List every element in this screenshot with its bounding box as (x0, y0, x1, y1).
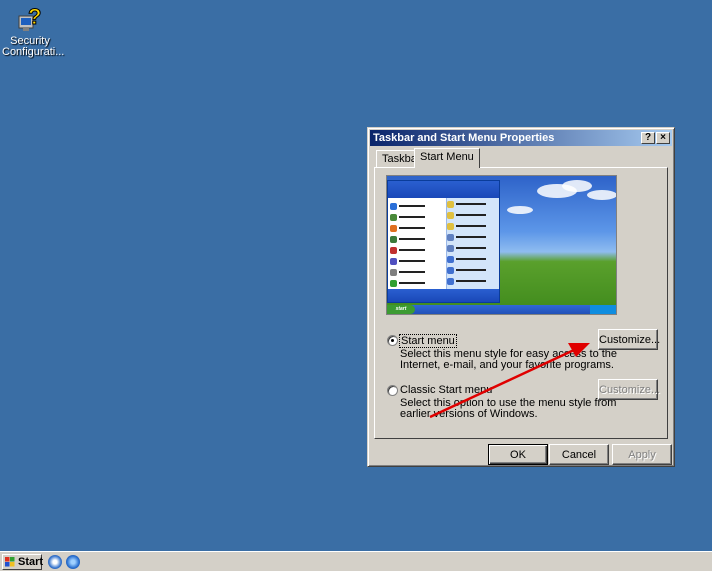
close-icon: × (660, 132, 666, 143)
start-menu-tab-panel: start Start menu Select this menu style … (374, 167, 668, 439)
desktop-icon-security-configuration[interactable]: ? Security Configurati... (2, 2, 65, 58)
ok-button[interactable]: OK (488, 444, 548, 465)
tab-start-menu[interactable]: Start Menu (414, 148, 480, 168)
internet-explorer-icon[interactable] (66, 555, 80, 569)
dialog-title: Taskbar and Start Menu Properties (373, 132, 555, 144)
apply-button: Apply (612, 444, 672, 465)
classic-start-menu-option-label[interactable]: Classic Start menu (400, 384, 492, 396)
desktop-icon-label: Security Configurati... (2, 35, 65, 58)
classic-start-menu-radio[interactable] (387, 385, 398, 396)
preview-taskbar: start (387, 305, 616, 314)
svg-text:?: ? (28, 4, 41, 29)
show-desktop-icon[interactable] (48, 555, 62, 569)
taskbar: Start (0, 551, 712, 571)
start-menu-description-line-2: Internet, e-mail, and your favorite prog… (400, 359, 614, 371)
classic-start-menu-description-line-2: earlier versions of Windows. (400, 408, 538, 420)
customize-classic-start-menu-button: Customize... (598, 379, 660, 400)
start-menu-preview-image: start (386, 175, 617, 315)
close-button[interactable]: × (656, 132, 670, 144)
windows-flag-icon (5, 557, 15, 567)
start-menu-radio[interactable] (387, 335, 398, 346)
preview-start-menu (387, 180, 500, 303)
dialog-titlebar[interactable]: Taskbar and Start Menu Properties ? × (370, 130, 672, 146)
cancel-button[interactable]: Cancel (549, 444, 609, 465)
start-button[interactable]: Start (2, 554, 44, 570)
start-menu-option-label[interactable]: Start menu (399, 334, 457, 348)
security-config-icon: ? (14, 2, 46, 34)
taskbar-start-menu-properties-dialog: Taskbar and Start Menu Properties ? × Ta… (367, 127, 675, 467)
customize-start-menu-button[interactable]: Customize... (598, 329, 660, 350)
start-label: Start (18, 556, 44, 568)
help-button[interactable]: ? (641, 132, 655, 144)
